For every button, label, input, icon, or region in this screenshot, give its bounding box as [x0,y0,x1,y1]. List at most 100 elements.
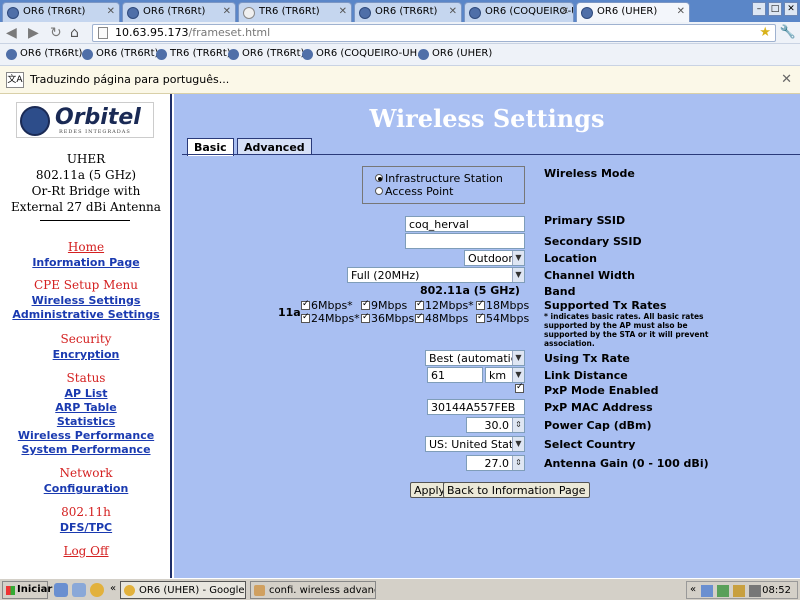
rate-checkbox-24mbps[interactable]: 24Mbps* [301,312,360,325]
forward-arrow-icon[interactable]: ▶ [28,25,39,41]
back-to-information-page-button[interactable]: Back to Information Page [443,482,590,498]
location-select[interactable]: Outdoor ▼ [464,250,525,266]
bookmark-item[interactable]: OR6 (TR6Rt) [6,48,82,60]
close-icon[interactable]: ✕ [561,6,569,17]
close-icon[interactable]: ✕ [677,6,685,17]
antenna-gain-stepper[interactable]: 27.0 ⇕ [466,455,525,471]
close-icon[interactable]: ✕ [339,6,347,17]
minimize-icon[interactable]: – [752,2,766,16]
volume-tray-icon[interactable] [749,585,761,597]
browser-tab-active[interactable]: OR6 (UHER) ✕ [576,2,690,22]
browser-tab[interactable]: OR6 (TR6Rt) ✕ [2,2,120,22]
chevron-down-icon: ▼ [512,437,524,451]
bookmark-item[interactable]: OR6 (UHER) [418,48,492,60]
quicklaunch-more-icon[interactable]: « [110,583,116,594]
browser-tab[interactable]: OR6 (COQUEIRO-UI ✕ [464,2,574,22]
rate-checkbox-54mbps[interactable]: 54Mbps [476,312,529,325]
bookmark-item[interactable]: OR6 (TR6Rt) [228,48,304,60]
bookmark-item[interactable]: TR6 (TR6Rt) [156,48,231,60]
pxp-mode-checkbox[interactable] [515,382,524,393]
checkbox-checked[interactable] [361,312,370,323]
wrench-icon[interactable]: 🔧 [780,25,796,40]
sidebar-link-arp-table[interactable]: ARP Table [0,401,172,414]
sidebar-link-dfs-tpc[interactable]: DFS/TPC [0,521,172,534]
site-favicon-icon [581,7,593,19]
ie-quicklaunch-icon[interactable] [54,583,68,597]
explorer-quicklaunch-icon[interactable] [72,583,86,597]
rate-checkbox-48mbps[interactable]: 48Mbps [415,312,468,325]
tray-expand-icon[interactable]: « [690,584,696,595]
address-bar[interactable]: 10.63.95.173/frameset.html ★ [92,24,776,42]
checkbox-checked[interactable] [301,312,310,323]
radio-access-point[interactable]: Access Point [375,185,453,198]
sidebar-link-wireless-settings[interactable]: Wireless Settings [0,294,172,307]
site-favicon-icon [243,7,255,19]
rate-checkbox-36mbps[interactable]: 36Mbps [361,312,414,325]
back-arrow-icon[interactable]: ◀ [6,25,17,41]
home-icon[interactable]: ⌂ [70,25,79,41]
tab-label: OR6 (TR6Rt) [143,6,206,17]
primary-ssid-input[interactable]: coq_herval [405,216,525,232]
tray-app-icon[interactable] [733,585,745,597]
browser-tab[interactable]: OR6 (TR6Rt) ✕ [122,2,236,22]
start-button[interactable]: Iniciar [2,581,52,599]
bookmark-item[interactable]: OR6 (TR6Rt) [82,48,158,60]
rate-checkbox-18mbps[interactable]: 18Mbps [476,299,529,312]
checkbox-checked[interactable] [361,299,370,310]
sidebar-link-home[interactable]: Home [0,240,172,254]
radio-infrastructure-station[interactable]: Infrastructure Station [375,172,503,185]
close-icon[interactable]: ✕ [449,6,457,17]
radio-button-selected[interactable] [375,174,383,182]
radio-button[interactable] [375,187,383,195]
device-description: Or-Rt Bridge with [31,184,141,198]
checkbox-checked[interactable] [301,299,310,310]
chrome-quicklaunch-icon[interactable] [90,583,104,597]
label-channel-width: Channel Width [544,269,635,282]
security-tray-icon[interactable] [717,585,729,597]
bookmark-item[interactable]: OR6 (COQUEIRO-UH... [302,48,426,60]
rate-checkbox-12mbps[interactable]: 12Mbps* [415,299,474,312]
checkbox-checked[interactable] [415,312,424,323]
taskbar-item-chrome[interactable]: OR6 (UHER) - Google ... [120,581,246,599]
close-icon[interactable]: ✕ [781,72,792,87]
sidebar-link-administrative-settings[interactable]: Administrative Settings [0,308,172,321]
link-distance-input[interactable]: 61 [427,367,483,383]
close-icon[interactable]: ✕ [223,6,231,17]
window-close-icon[interactable]: ✕ [784,2,798,16]
browser-tab[interactable]: TR6 (TR6Rt) ✕ [238,2,352,22]
rate-checkbox-6mbps[interactable]: 6Mbps* [301,299,353,312]
sidebar-link-encryption[interactable]: Encryption [0,348,172,361]
tab-advanced[interactable]: Advanced [237,138,312,155]
browser-tab[interactable]: OR6 (TR6Rt) ✕ [354,2,462,22]
channel-width-select[interactable]: Full (20MHz) ▼ [347,267,525,283]
close-icon[interactable]: ✕ [107,6,115,17]
pxp-mac-input[interactable]: 30144A557FEB [427,399,525,415]
checkbox-checked[interactable] [415,299,424,310]
maximize-icon[interactable]: □ [768,2,782,16]
bookmark-star-icon[interactable]: ★ [759,25,771,40]
windows-taskbar: Iniciar « OR6 (UHER) - Google ... confi.… [0,578,800,600]
wireless-settings-panel: Wireless Settings Basic Advanced Infrast… [174,94,800,578]
distance-unit-select[interactable]: km ▼ [485,367,525,383]
sidebar-link-log-off[interactable]: Log Off [0,544,172,558]
spinner-arrows-icon[interactable]: ⇕ [512,456,524,470]
taskbar-item-paint[interactable]: confi. wireless advanced... [250,581,376,599]
reload-icon[interactable]: ↻ [50,25,62,41]
sidebar-link-system-performance[interactable]: System Performance [0,443,172,456]
rate-checkbox-9mbps[interactable]: 9Mbps [361,299,407,312]
network-tray-icon[interactable] [701,585,713,597]
sidebar-link-configuration[interactable]: Configuration [0,482,172,495]
sidebar-link-statistics[interactable]: Statistics [0,415,172,428]
secondary-ssid-input[interactable] [405,233,525,249]
url-host: 10.63.95.173 [115,26,189,39]
sidebar-link-information-page[interactable]: Information Page [0,256,172,269]
checkbox-checked[interactable] [476,299,485,310]
sidebar-link-wireless-performance[interactable]: Wireless Performance [0,429,172,442]
checkbox-checked[interactable] [476,312,485,323]
sidebar-heading-status: Status [66,371,106,385]
power-cap-stepper[interactable]: 30.0 ⇕ [466,417,525,433]
spinner-arrows-icon[interactable]: ⇕ [512,418,524,432]
country-select[interactable]: US: United States ▼ [425,436,525,452]
sidebar-link-ap-list[interactable]: AP List [0,387,172,400]
tx-rate-select[interactable]: Best (automatic) ▼ [425,350,525,366]
